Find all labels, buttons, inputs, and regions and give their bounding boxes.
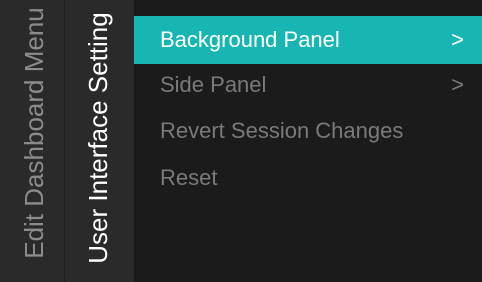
settings-menu-list: Background Panel > Side Panel > Revert S…	[134, 0, 482, 282]
menu-item-reset[interactable]: Reset	[134, 154, 482, 202]
chevron-right-icon: >	[451, 72, 464, 97]
menu-item-revert-session-changes[interactable]: Revert Session Changes	[134, 107, 482, 155]
menu-item-side-panel[interactable]: Side Panel >	[134, 61, 482, 109]
menu-item-label: Side Panel	[160, 72, 267, 97]
breadcrumb-current-column: User Interface Setting	[64, 0, 134, 282]
breadcrumb-rail: Edit Dashboard Menu User Interface Setti…	[0, 0, 134, 282]
tv-settings-menu: Edit Dashboard Menu User Interface Setti…	[0, 0, 482, 282]
breadcrumb-parent-label: Edit Dashboard Menu	[19, 7, 49, 259]
menu-item-label: Reset	[160, 165, 218, 190]
breadcrumb-current-label: User Interface Setting	[83, 12, 113, 264]
menu-item-background-panel[interactable]: Background Panel >	[134, 16, 482, 64]
menu-item-label: Revert Session Changes	[160, 118, 404, 143]
menu-item-label: Background Panel	[160, 27, 340, 52]
breadcrumb-parent-column[interactable]: Edit Dashboard Menu	[0, 0, 64, 282]
chevron-right-icon: >	[451, 27, 464, 52]
